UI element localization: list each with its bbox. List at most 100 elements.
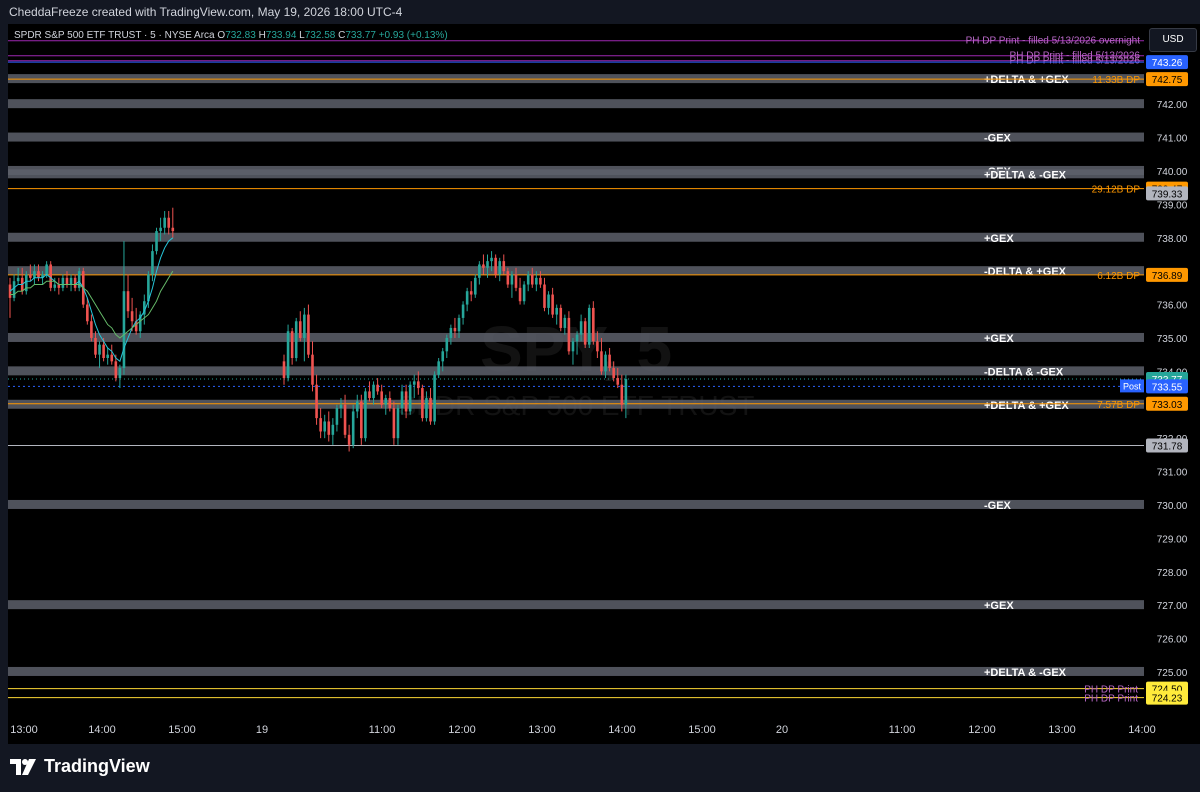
day1-candle-body-28 <box>122 291 126 369</box>
day2-candle-body-28 <box>396 408 400 439</box>
price-scale[interactable]: USD 742.00741.00740.00739.00738.00737.00… <box>1144 24 1200 714</box>
day1-candle-body-25 <box>110 354 114 362</box>
day2-candle-10 <box>323 414 326 439</box>
day2-candle-37 <box>433 371 436 425</box>
day1-candle-body-29 <box>126 291 130 312</box>
day2-candle-body-13 <box>335 408 339 425</box>
day2-candle-body-66 <box>551 294 554 315</box>
price-tick-7: 735.00 <box>1157 334 1188 345</box>
level-band-label-9: +DELTA & +GEX <box>984 400 1069 412</box>
day2-candle-body-15 <box>343 404 347 435</box>
day1-candle-body-2 <box>16 277 20 282</box>
day1-candle-body-26 <box>114 361 118 379</box>
day1-candle-body-23 <box>102 344 105 358</box>
day2-candle-30 <box>404 384 408 419</box>
day2-candle-body-4 <box>298 321 302 338</box>
day2-candle-body-27 <box>392 408 396 439</box>
day2-candle-body-19 <box>360 401 363 439</box>
day1-candle-body-16 <box>73 277 77 288</box>
day2-candle-body-45 <box>465 291 469 305</box>
level-band-5 <box>8 232 1144 242</box>
day2-candle-19 <box>360 394 363 445</box>
level-band-10 <box>8 499 1144 509</box>
time-axis[interactable]: 13:00 14:00 15:00 19 11:00 12:00 13:00 14:00 15:… <box>8 714 1200 744</box>
day2-candle-21 <box>368 381 371 402</box>
day2-candle-53 <box>498 257 502 282</box>
day2-candle-75 <box>587 304 591 348</box>
day1-candle-body-39 <box>167 217 171 228</box>
day2-candle-23 <box>376 378 379 395</box>
day1-candle-body-12 <box>57 284 61 288</box>
day2-candle-body-81 <box>612 368 615 379</box>
orange-line-label-3: 7.57B DP <box>1097 400 1140 411</box>
day2-candle-body-71 <box>571 341 575 352</box>
day2-candle-body-46 <box>469 291 473 295</box>
day2-candle-body-54 <box>502 261 506 272</box>
day2-candle-64 <box>543 277 546 312</box>
day1-candle-body-20 <box>90 321 93 338</box>
badge-orange-3: 733.03 <box>1152 400 1183 411</box>
day1-candle-body-14 <box>65 277 69 285</box>
day2-candle-body-8 <box>315 384 318 419</box>
day1-candle-35 <box>151 244 154 282</box>
level-band-1 <box>8 99 1144 109</box>
day1-candle-body-6 <box>33 271 36 278</box>
badge-secondary: 739.33 <box>1152 189 1183 200</box>
day2-candle-34 <box>421 384 424 422</box>
brand-name: TradingView <box>44 756 150 776</box>
day2-candle-20 <box>364 388 367 442</box>
day2-candle-body-48 <box>478 264 481 278</box>
chart-pane[interactable]: SPDR S&P 500 ETF TRUST · 5 · NYSE Arca O… <box>8 24 1144 714</box>
day2-candle-body-21 <box>368 391 371 399</box>
day2-candle-body-37 <box>433 374 436 422</box>
day2-candle-body-79 <box>604 354 607 372</box>
time-label-11: 12:00 <box>968 724 996 736</box>
day2-candle-body-29 <box>400 391 404 409</box>
price-plot[interactable]: +DELTA & +GEX -GEX -GEX +DELTA & -GEX +GEX -D… <box>8 24 1144 714</box>
level-band-6 <box>8 266 1144 276</box>
level-band-9 <box>8 399 1144 409</box>
day1-candle-body-22 <box>98 344 101 355</box>
price-tick-6: 736.00 <box>1157 301 1188 312</box>
day1-candle-body-13 <box>61 277 65 288</box>
day2-candle-body-25 <box>384 398 388 405</box>
tradingview-snapshot: CheddaFreeze created with TradingView.co… <box>0 0 1200 792</box>
day2-candle-body-47 <box>473 277 477 295</box>
day2-candle-body-35 <box>425 398 428 419</box>
symbol-legend: SPDR S&P 500 ETF TRUST · 5 · NYSE Arca O… <box>14 30 448 41</box>
day2-candle-body-10 <box>323 421 326 432</box>
day2-candle-2 <box>290 327 294 365</box>
price-tick-15: 727.00 <box>1157 601 1188 612</box>
day2-candle-body-83 <box>620 384 624 405</box>
orange-line-label-2: 6.12B DP <box>1097 271 1140 282</box>
symbol-name[interactable]: SPDR S&P 500 ETF TRUST · 5 · NYSE Arca <box>14 30 215 41</box>
level-band-label-7: +GEX <box>984 333 1014 345</box>
day2-candle-58 <box>518 277 522 305</box>
day1-candle-body-30 <box>130 311 134 322</box>
day2-candle-68 <box>559 304 563 332</box>
day2-candle-body-23 <box>376 384 379 392</box>
day1-candle-17 <box>77 267 81 292</box>
day2-candle-body-16 <box>347 434 351 445</box>
level-band-label-10: -GEX <box>984 500 1012 512</box>
day2-candle-body-33 <box>417 381 420 389</box>
post-tag: Post <box>1123 381 1142 391</box>
time-label-10: 11:00 <box>889 724 916 736</box>
day2-candle-7 <box>311 341 314 392</box>
day2-candle-body-42 <box>453 327 457 332</box>
tradingview-logo[interactable]: TradingView <box>10 756 150 777</box>
price-tick-16: 726.00 <box>1157 635 1188 646</box>
day2-candle-body-57 <box>514 274 518 288</box>
day1-candle-body-35 <box>151 251 154 275</box>
level-band-label-6: -DELTA & +GEX <box>984 266 1067 278</box>
day2-candle-body-63 <box>539 277 542 285</box>
day1-candle-body-10 <box>49 264 52 288</box>
day1-candle-25 <box>110 344 114 365</box>
day2-candle-body-32 <box>412 381 416 385</box>
day2-candle-45 <box>465 287 469 312</box>
price-tick-3: 739.00 <box>1157 200 1188 211</box>
day2-candle-body-24 <box>380 391 383 405</box>
badge-orange-0: 742.75 <box>1152 75 1183 86</box>
time-label-7: 14:00 <box>608 724 636 736</box>
badge-blue: 743.26 <box>1152 58 1183 69</box>
